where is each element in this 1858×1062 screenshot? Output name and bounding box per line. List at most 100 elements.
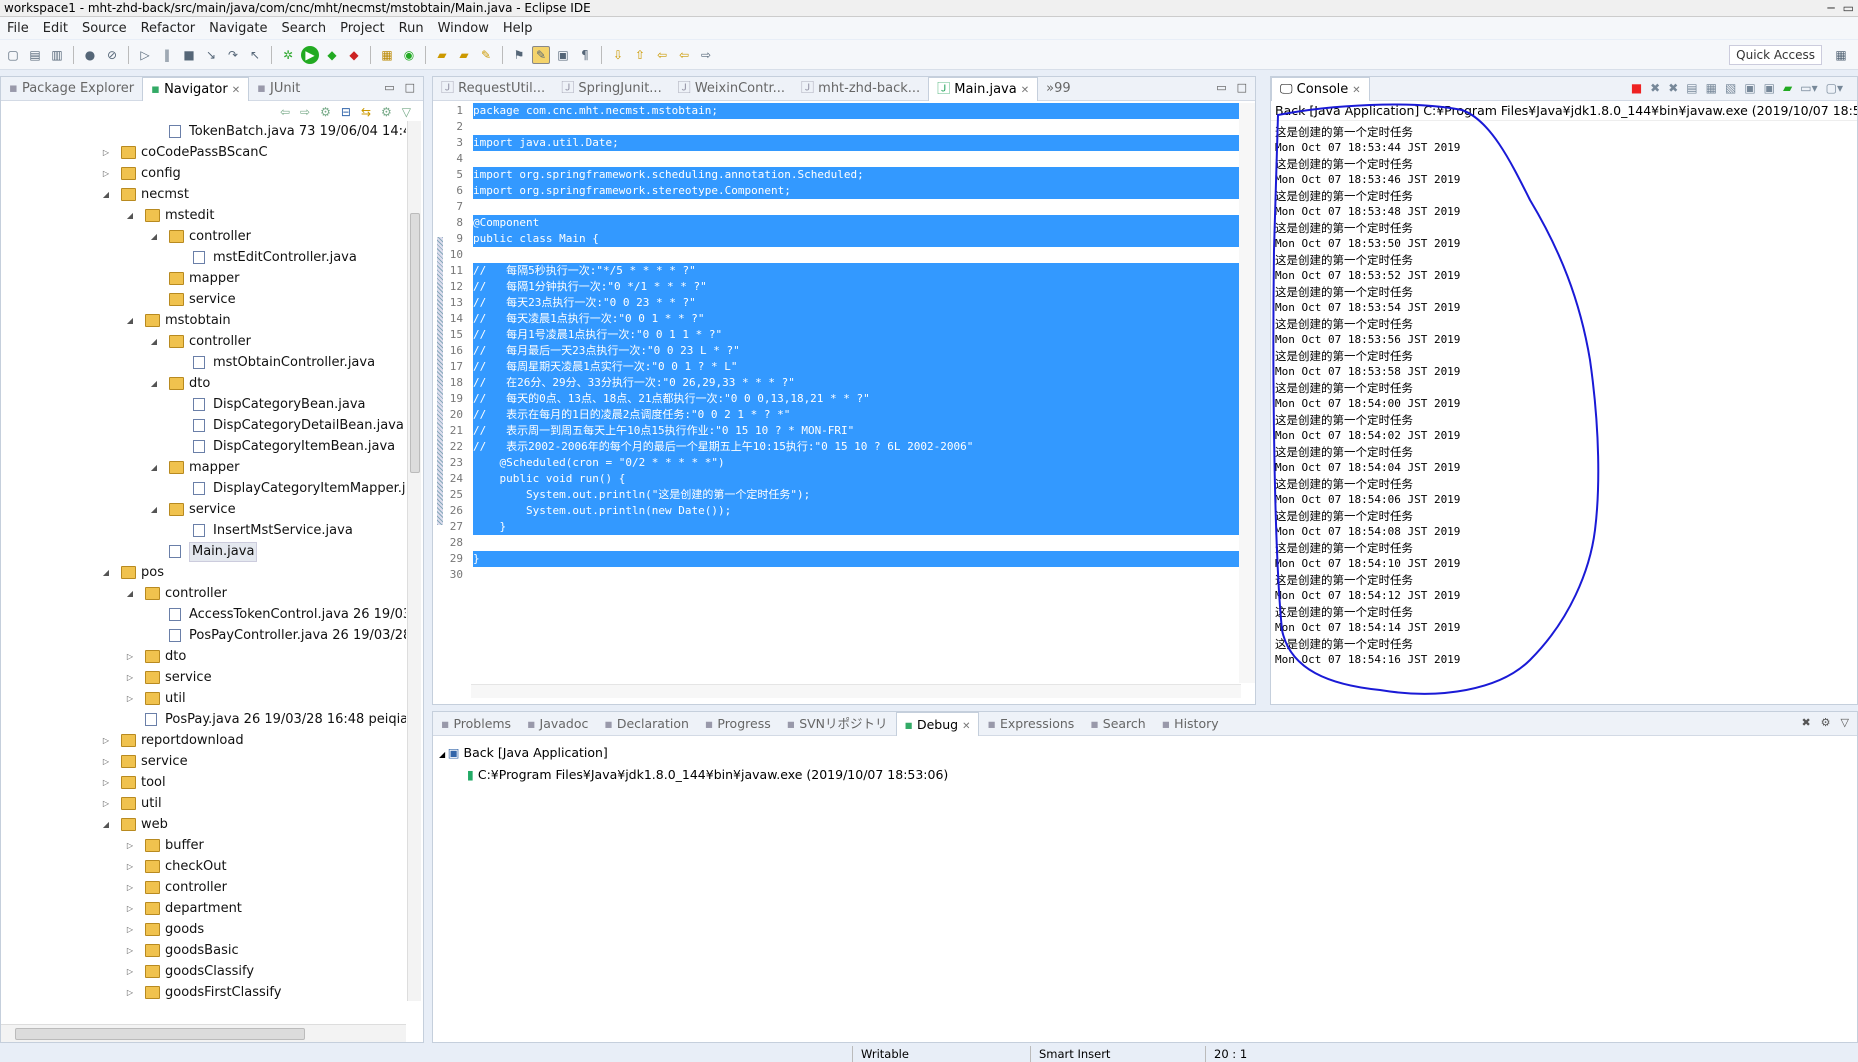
code-line[interactable]: 30: [433, 567, 1239, 583]
tree-folder[interactable]: ◢ mstedit: [1, 205, 406, 226]
code-line[interactable]: 9 public class Main {: [433, 231, 1239, 247]
editor-tab-overflow[interactable]: »99: [1038, 77, 1079, 101]
tree-file[interactable]: DisplayCategoryItemMapper.java: [1, 478, 406, 499]
mark-occurrences-icon[interactable]: ✎: [532, 45, 550, 64]
collapsed-arrow-icon[interactable]: ▷: [125, 856, 135, 877]
tree-folder[interactable]: ▷ tool: [1, 772, 406, 793]
collapsed-arrow-icon[interactable]: ▷: [101, 163, 111, 184]
quick-access-field[interactable]: Quick Access: [1729, 45, 1822, 65]
expanded-arrow-icon[interactable]: ◢: [149, 499, 159, 520]
collapsed-arrow-icon[interactable]: ▷: [125, 688, 135, 709]
open-console-icon[interactable]: ▢▾: [1826, 81, 1843, 95]
collapsed-arrow-icon[interactable]: ▷: [125, 835, 135, 856]
collapsed-arrow-icon[interactable]: ▷: [125, 667, 135, 688]
remove-launch-icon[interactable]: ✖: [1650, 81, 1660, 95]
navigator-tab[interactable]: ▪ Navigator ✕: [142, 76, 250, 101]
close-icon[interactable]: ✕: [962, 721, 970, 732]
tree-folder[interactable]: ◢ service: [1, 499, 406, 520]
expanded-arrow-icon[interactable]: ◢: [125, 310, 135, 331]
block-selection-icon[interactable]: ▣: [554, 46, 572, 64]
code-line[interactable]: 10: [433, 247, 1239, 263]
close-icon[interactable]: ✕: [232, 85, 240, 96]
tree-file[interactable]: DispCategoryItemBean.java: [1, 436, 406, 457]
code-line[interactable]: 23 @Scheduled(cron = "0/2 * * * * *"): [433, 455, 1239, 471]
bottom-tab[interactable]: ▪ SVNリポジトリ: [779, 712, 896, 736]
expanded-arrow-icon[interactable]: ◢: [125, 205, 135, 226]
back-icon[interactable]: ⇦: [675, 46, 693, 64]
expanded-arrow-icon[interactable]: ◢: [101, 184, 111, 205]
run-icon[interactable]: ▶: [301, 45, 319, 64]
minimize-icon[interactable]: ▭: [384, 81, 394, 94]
editor-tab[interactable]: 🄹 Main.java ✕: [928, 76, 1039, 101]
tree-folder[interactable]: mapper: [1, 268, 406, 289]
tree-file[interactable]: mstEditController.java: [1, 247, 406, 268]
debug-icon[interactable]: ✲: [279, 46, 297, 64]
link-editor-icon[interactable]: ⇆: [361, 105, 371, 119]
tree-folder[interactable]: ◢ necmst: [1, 184, 406, 205]
filter-icon[interactable]: ⚙: [381, 105, 392, 119]
maximize-icon[interactable]: □: [405, 81, 415, 94]
last-edit-icon[interactable]: ⇦: [653, 46, 671, 64]
code-line[interactable]: 19 // 每天的0点、13点、18点、21点都执行一次:"0 0 0,13,18…: [433, 391, 1239, 407]
bottom-tab[interactable]: ▪ Problems: [433, 712, 519, 736]
next-annotation-icon[interactable]: ⇩: [609, 46, 627, 64]
bottom-tab[interactable]: ▪ Progress: [697, 712, 779, 736]
expanded-arrow-icon[interactable]: ◢: [101, 562, 111, 583]
terminate-icon[interactable]: ■: [1631, 81, 1642, 95]
tree-folder[interactable]: ▷ buffer: [1, 835, 406, 856]
collapsed-arrow-icon[interactable]: ▷: [125, 919, 135, 940]
show-whitespace-icon[interactable]: ¶: [576, 46, 594, 64]
expanded-arrow-icon[interactable]: ◢: [149, 373, 159, 394]
collapsed-arrow-icon[interactable]: ▷: [101, 142, 111, 163]
forward-icon[interactable]: ⇨: [300, 105, 310, 119]
view-menu-icon[interactable]: ▽: [402, 105, 411, 119]
tree-folder[interactable]: ◢ web: [1, 814, 406, 835]
save-all-icon[interactable]: ▥: [48, 46, 66, 64]
bottom-tab[interactable]: ▪ Expressions: [979, 712, 1082, 736]
tree-folder[interactable]: ▷ util: [1, 688, 406, 709]
bottom-tab[interactable]: ▪ Javadoc: [519, 712, 596, 736]
open-task-icon[interactable]: ▰: [455, 46, 473, 64]
menu-window[interactable]: Window: [431, 21, 496, 36]
bottom-tab[interactable]: ▪ History: [1154, 712, 1227, 736]
code-line[interactable]: 2: [433, 119, 1239, 135]
code-line[interactable]: 11 // 每隔5秒执行一次:"*/5 * * * * ?": [433, 263, 1239, 279]
code-line[interactable]: 5 import org.springframework.scheduling.a…: [433, 167, 1239, 183]
editor-tab[interactable]: 🄹 WeixinContr...: [670, 77, 793, 101]
open-perspective-icon[interactable]: ▦: [1832, 46, 1850, 64]
tree-folder[interactable]: ▷ config: [1, 163, 406, 184]
new-java-project-icon[interactable]: ▦: [378, 46, 396, 64]
tree-folder[interactable]: ▷ department: [1, 898, 406, 919]
code-line[interactable]: 20 // 表示在每月的1日的凌晨2点调度任务:"0 0 2 1 * ? *": [433, 407, 1239, 423]
editor-tab[interactable]: 🄹 SpringJunit...: [553, 77, 670, 101]
collapsed-arrow-icon[interactable]: ▷: [101, 730, 111, 751]
collapse-all-icon[interactable]: ⊟: [341, 105, 351, 119]
debug-launch-item[interactable]: ◢ ▣ Back [Java Application]: [439, 742, 1857, 764]
step-return-icon[interactable]: ↖: [246, 46, 264, 64]
console-output[interactable]: 这是创建的第一个定时任务 Mon Oct 07 18:53:44 JST 2019…: [1275, 124, 1460, 668]
minimize-button[interactable]: ─: [1827, 0, 1834, 16]
code-line[interactable]: 27 }: [433, 519, 1239, 535]
new-icon[interactable]: ▢: [4, 46, 22, 64]
tree-folder[interactable]: ▷ goods: [1, 919, 406, 940]
save-icon[interactable]: ▤: [26, 46, 44, 64]
tree-folder[interactable]: ▷ goodsBasic: [1, 940, 406, 961]
display-console-icon[interactable]: ▭▾: [1800, 81, 1817, 95]
collapsed-arrow-icon[interactable]: ▷: [125, 877, 135, 898]
open-type-icon[interactable]: ▰: [433, 46, 451, 64]
tree-horizontal-scrollbar[interactable]: [1, 1024, 406, 1042]
code-line[interactable]: 26 System.out.println(new Date());: [433, 503, 1239, 519]
menu-refactor[interactable]: Refactor: [134, 21, 203, 36]
close-icon[interactable]: ✕: [1021, 85, 1029, 96]
code-line[interactable]: 17 // 每周星期天凌晨1点实行一次:"0 0 1 ? * L": [433, 359, 1239, 375]
collapsed-arrow-icon[interactable]: ▷: [125, 940, 135, 961]
debug-view-menu-icon[interactable]: ⚙: [1821, 716, 1831, 729]
prev-annotation-icon[interactable]: ⇧: [631, 46, 649, 64]
skip-breakpoints-icon[interactable]: ⊘: [103, 46, 121, 64]
tree-folder[interactable]: ▷ checkOut: [1, 856, 406, 877]
menu-edit[interactable]: Edit: [36, 21, 75, 36]
collapsed-arrow-icon[interactable]: ▷: [101, 772, 111, 793]
debug-process-item[interactable]: ▮ C:¥Program Files¥Java¥jdk1.8.0_144¥bin…: [439, 764, 1857, 786]
code-line[interactable]: 8 @Component: [433, 215, 1239, 231]
external-tools-icon[interactable]: ◆: [345, 46, 363, 64]
